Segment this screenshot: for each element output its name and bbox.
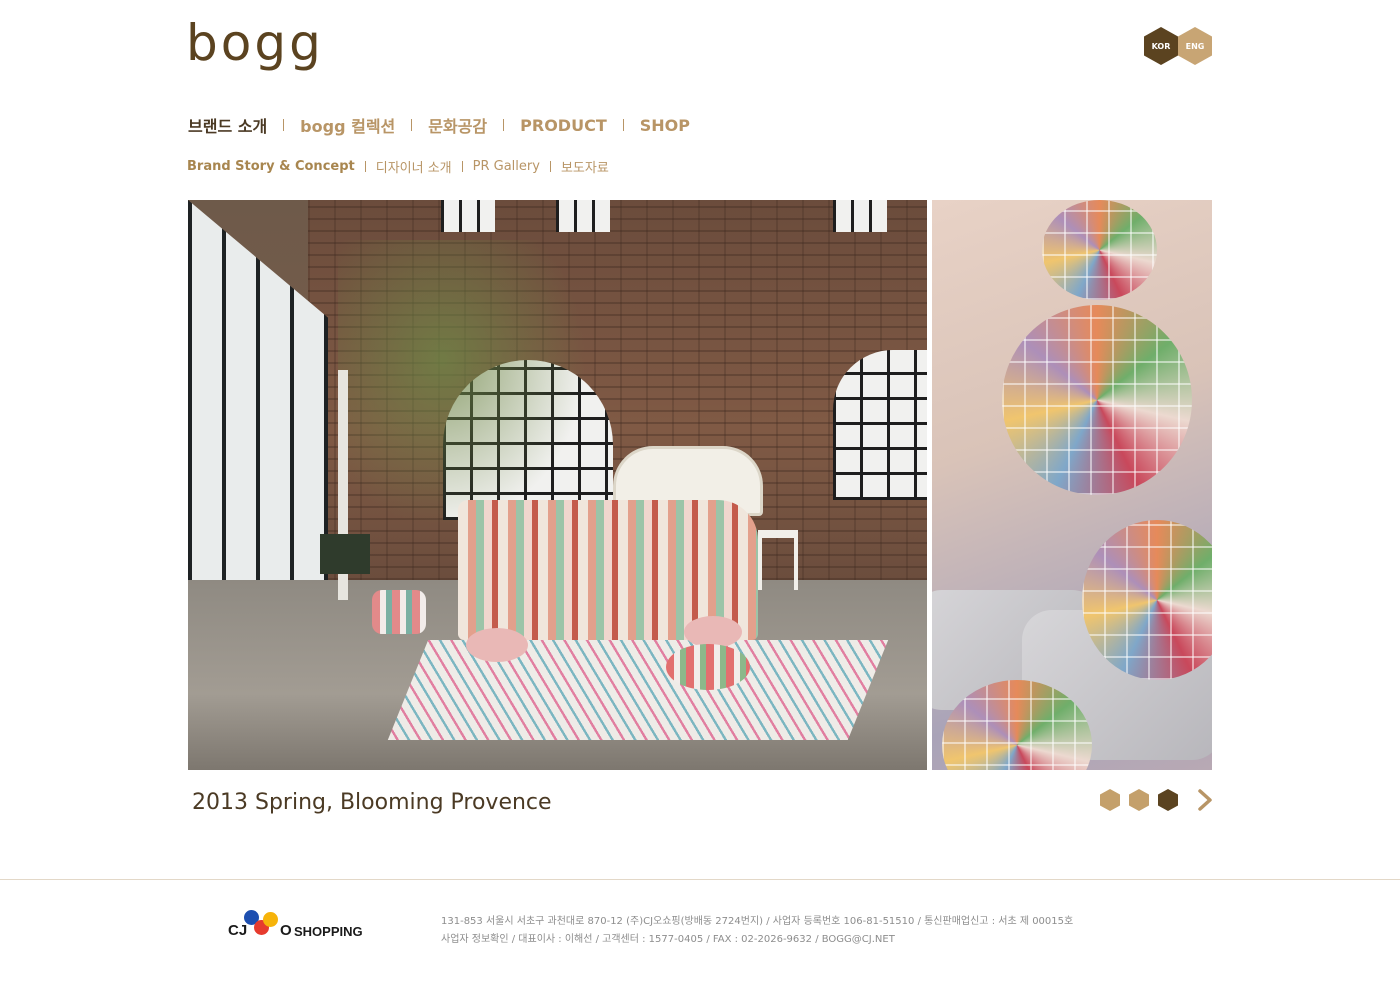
gnb-item-culture[interactable]: 문화공감 bbox=[428, 113, 487, 137]
floor-cushion bbox=[466, 628, 528, 662]
cj-logo-letters: CJ bbox=[228, 922, 248, 939]
subnav-item-designer[interactable]: 디자이너 소개 bbox=[376, 157, 452, 176]
company-address-line: 131-853 서울시 서초구 과천대로 870-12 (주)CJ오쇼핑(방배동… bbox=[441, 916, 1074, 927]
nav-divider bbox=[461, 160, 463, 172]
gnb-item-bogg-collection[interactable]: bogg 컬렉션 bbox=[300, 113, 395, 137]
gallery-main-photo bbox=[188, 200, 927, 770]
cj-logo-o: O bbox=[280, 922, 292, 939]
slide-indicator bbox=[1100, 789, 1178, 811]
subnav-item-press[interactable]: 보도자료 bbox=[561, 157, 609, 176]
patchwork-cushion bbox=[1002, 305, 1192, 495]
subnav-item-pr-gallery[interactable]: PR Gallery bbox=[473, 159, 540, 174]
planter bbox=[320, 534, 370, 574]
window bbox=[833, 200, 887, 232]
patchwork-rug bbox=[387, 640, 889, 740]
nav-divider bbox=[503, 119, 505, 131]
company-info: 131-853 서울시 서초구 과천대로 870-12 (주)CJ오쇼핑(방배동… bbox=[441, 913, 1073, 949]
tall-window bbox=[188, 200, 328, 620]
patchwork-pouf bbox=[372, 590, 426, 634]
nav-divider bbox=[364, 160, 366, 172]
sub-nav: Brand Story & Concept 디자이너 소개 PR Gallery… bbox=[187, 157, 609, 176]
arched-window bbox=[833, 350, 927, 500]
slide-dot-3-icon[interactable] bbox=[1158, 789, 1178, 811]
cj-oshopping-logo[interactable]: CJ O SHOPPING bbox=[228, 908, 368, 952]
gallery-side-photo bbox=[932, 200, 1212, 770]
chevron-right-icon[interactable] bbox=[1196, 788, 1214, 812]
cj-logo-shopping: SHOPPING bbox=[294, 924, 363, 939]
gnb-item-shop[interactable]: SHOP bbox=[640, 116, 690, 135]
nav-divider bbox=[622, 119, 624, 131]
logo-dot-icon bbox=[263, 912, 278, 927]
slide-caption: 2013 Spring, Blooming Provence bbox=[192, 790, 552, 815]
nav-divider bbox=[411, 119, 413, 131]
subnav-item-brand-story[interactable]: Brand Story & Concept bbox=[187, 159, 355, 174]
window bbox=[556, 200, 610, 232]
footer-divider bbox=[0, 879, 1400, 880]
slide-dot-1-icon[interactable] bbox=[1100, 789, 1120, 811]
lang-kor-button[interactable]: KOR bbox=[1144, 27, 1178, 65]
gnb-item-product[interactable]: PRODUCT bbox=[520, 116, 607, 135]
nav-divider bbox=[283, 119, 285, 131]
site-logo[interactable]: bogg bbox=[186, 14, 324, 72]
lang-eng-button[interactable]: ENG bbox=[1178, 27, 1212, 65]
patchwork-cushion bbox=[1042, 200, 1157, 300]
patchwork-cushion bbox=[666, 644, 750, 690]
side-stool bbox=[758, 530, 798, 590]
tree bbox=[338, 240, 598, 540]
company-contact-line: 사업자 정보확인 / 대표이사 : 이해선 / 고객센터 : 1577-0405… bbox=[441, 934, 895, 945]
window bbox=[441, 200, 495, 232]
gnb-item-brand-intro[interactable]: 브랜드 소개 bbox=[188, 113, 267, 137]
slide-dot-2-icon[interactable] bbox=[1129, 789, 1149, 811]
nav-divider bbox=[549, 160, 551, 172]
global-nav: 브랜드 소개 bogg 컬렉션 문화공감 PRODUCT SHOP bbox=[188, 112, 690, 138]
